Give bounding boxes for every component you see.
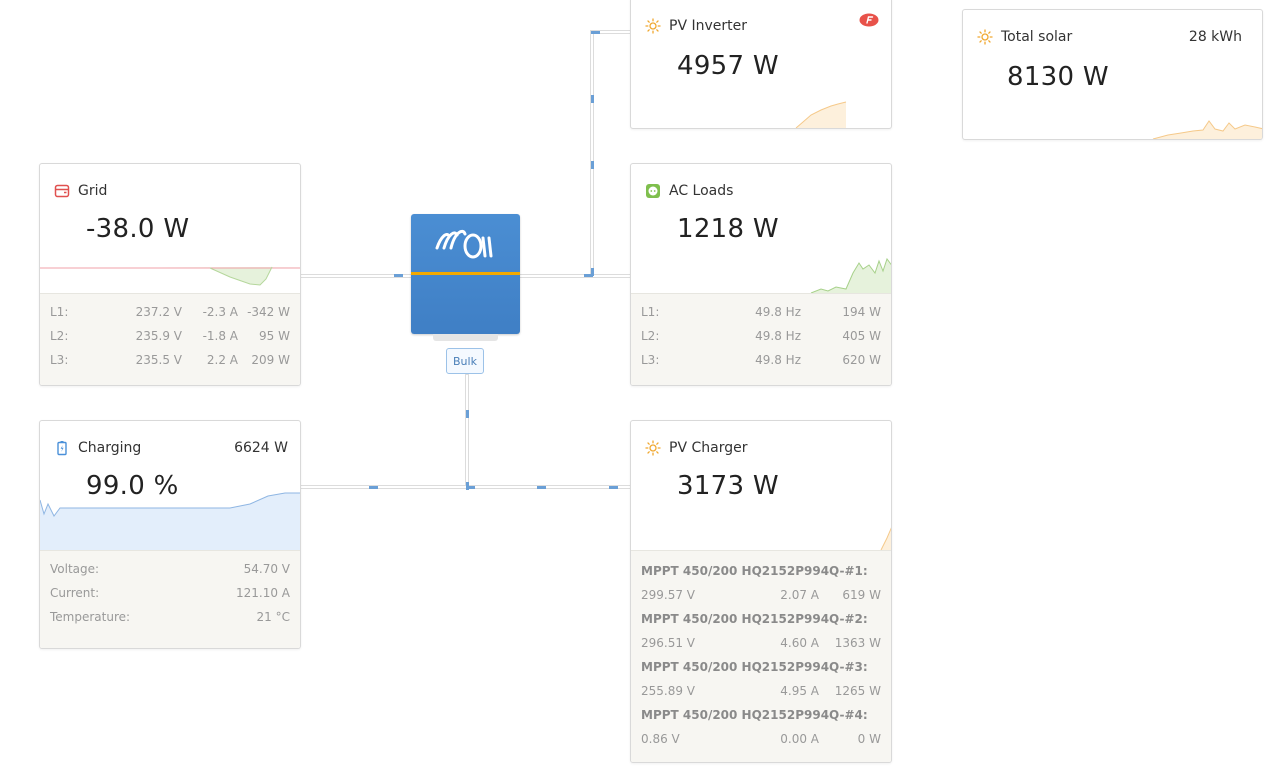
table-row: 299.57 V 2.07 A 619 W (641, 588, 881, 602)
table-row: L1: 237.2 V -2.3 A -342 W (50, 305, 290, 319)
ac-loads-phase-details: L1: 49.8 Hz 194 W L2: 49.8 Hz 405 W L3: 49.8 … (631, 293, 891, 385)
total-solar-power: 8130 W (1007, 62, 1109, 92)
table-row: 0.86 V 0.00 A0 W (641, 732, 881, 746)
pv-inverter-sparkline (795, 101, 847, 128)
sun-icon (645, 18, 661, 34)
socket-icon (645, 183, 661, 199)
pv-inverter-title: PV Inverter (669, 18, 747, 34)
grid-card[interactable]: Grid -38.0 W L1: 237.2 V -2.3 A -342 W L2: 2… (39, 163, 301, 386)
flow-dot (591, 268, 594, 276)
total-solar-card[interactable]: Total solar 28 kWh 8130 W (962, 9, 1263, 140)
flow-dot (591, 95, 594, 103)
pv-charger-title: PV Charger (669, 440, 748, 456)
sun-icon (645, 440, 661, 456)
ac-loads-title: AC Loads (669, 183, 734, 199)
ac-loads-sparkline (631, 257, 891, 293)
battery-state: Charging (78, 440, 142, 456)
charge-state-badge: Bulk (446, 348, 484, 374)
inverter-divider (411, 272, 520, 275)
flow-dot (394, 274, 403, 277)
flow-dot (466, 410, 469, 418)
pv-inverter-card[interactable]: PV Inverter 4957 W (630, 0, 892, 129)
list-item: MPPT 450/200 HQ2152P994Q-#4: (641, 708, 868, 722)
ac-loads-power: 1218 W (677, 214, 779, 244)
table-row: L2: 235.9 V -1.8 A 95 W (50, 329, 290, 343)
pv-charger-details: MPPT 450/200 HQ2152P994Q-#1: 299.57 V 2.0… (631, 550, 891, 762)
total-solar-sparkline (1152, 120, 1262, 139)
ac-loads-card[interactable]: AC Loads 1218 W L1: 49.8 Hz 194 W L2: 49.8 … (630, 163, 892, 386)
table-row: Temperature: 21 °C (50, 610, 290, 624)
battery-details: Voltage: 54.70 V Current: 121.10 A Tempera… (40, 550, 300, 648)
flow-dot (537, 486, 546, 489)
pv-inverter-power: 4957 W (677, 51, 779, 81)
flow-dot (591, 31, 600, 34)
pv-charger-card[interactable]: PV Charger 3173 W MPPT 450/200 HQ2152P99… (630, 420, 892, 763)
pv-charger-power: 3173 W (677, 471, 779, 501)
battery-sparkline (40, 492, 300, 550)
battery-card[interactable]: Charging 6624 W 99.0 % Voltage: 54.70 V C… (39, 420, 301, 649)
connector-inverter-dc-vertical (465, 374, 469, 488)
total-solar-title: Total solar (1001, 29, 1073, 45)
battery-charging-icon (54, 440, 70, 456)
list-item: MPPT 450/200 HQ2152P994Q-#2: (641, 612, 868, 626)
table-row: L2: 49.8 Hz 405 W (641, 329, 881, 343)
flow-dot (369, 486, 378, 489)
table-row: L3: 235.5 V 2.2 A 209 W (50, 353, 290, 367)
total-solar-energy: 28 kWh (1188, 29, 1242, 45)
list-item: MPPT 450/200 HQ2152P994Q-#3: (641, 660, 868, 674)
connector-inverter-acloads (519, 274, 631, 278)
inverter-base (433, 334, 498, 341)
flow-dot (466, 486, 475, 489)
list-item: MPPT 450/200 HQ2152P994Q-#1: (641, 564, 868, 578)
table-row: L1: 49.8 Hz 194 W (641, 305, 881, 319)
flow-dot (591, 161, 594, 169)
inverter-charger[interactable] (411, 214, 520, 341)
pv-charger-sparkline (880, 527, 891, 550)
table-row: Current: 121.10 A (50, 586, 290, 600)
flow-dot (609, 486, 618, 489)
sun-icon (977, 29, 993, 45)
fronius-logo-icon (859, 13, 879, 31)
grid-phase-details: L1: 237.2 V -2.3 A -342 W L2: 235.9 V -1.8 A9… (40, 293, 300, 385)
victron-logo (435, 229, 493, 259)
table-row: 255.89 V 4.95 A 1265 W (641, 684, 881, 698)
table-row: L3: 49.8 Hz 620 W (641, 353, 881, 367)
battery-power: 6624 W (234, 440, 288, 456)
table-row: Voltage: 54.70 V (50, 562, 290, 576)
table-row: 296.51 V 4.60 A 1363 W (641, 636, 881, 650)
connector-pvinverter-vertical (590, 30, 594, 276)
grid-sparkline (40, 266, 300, 286)
